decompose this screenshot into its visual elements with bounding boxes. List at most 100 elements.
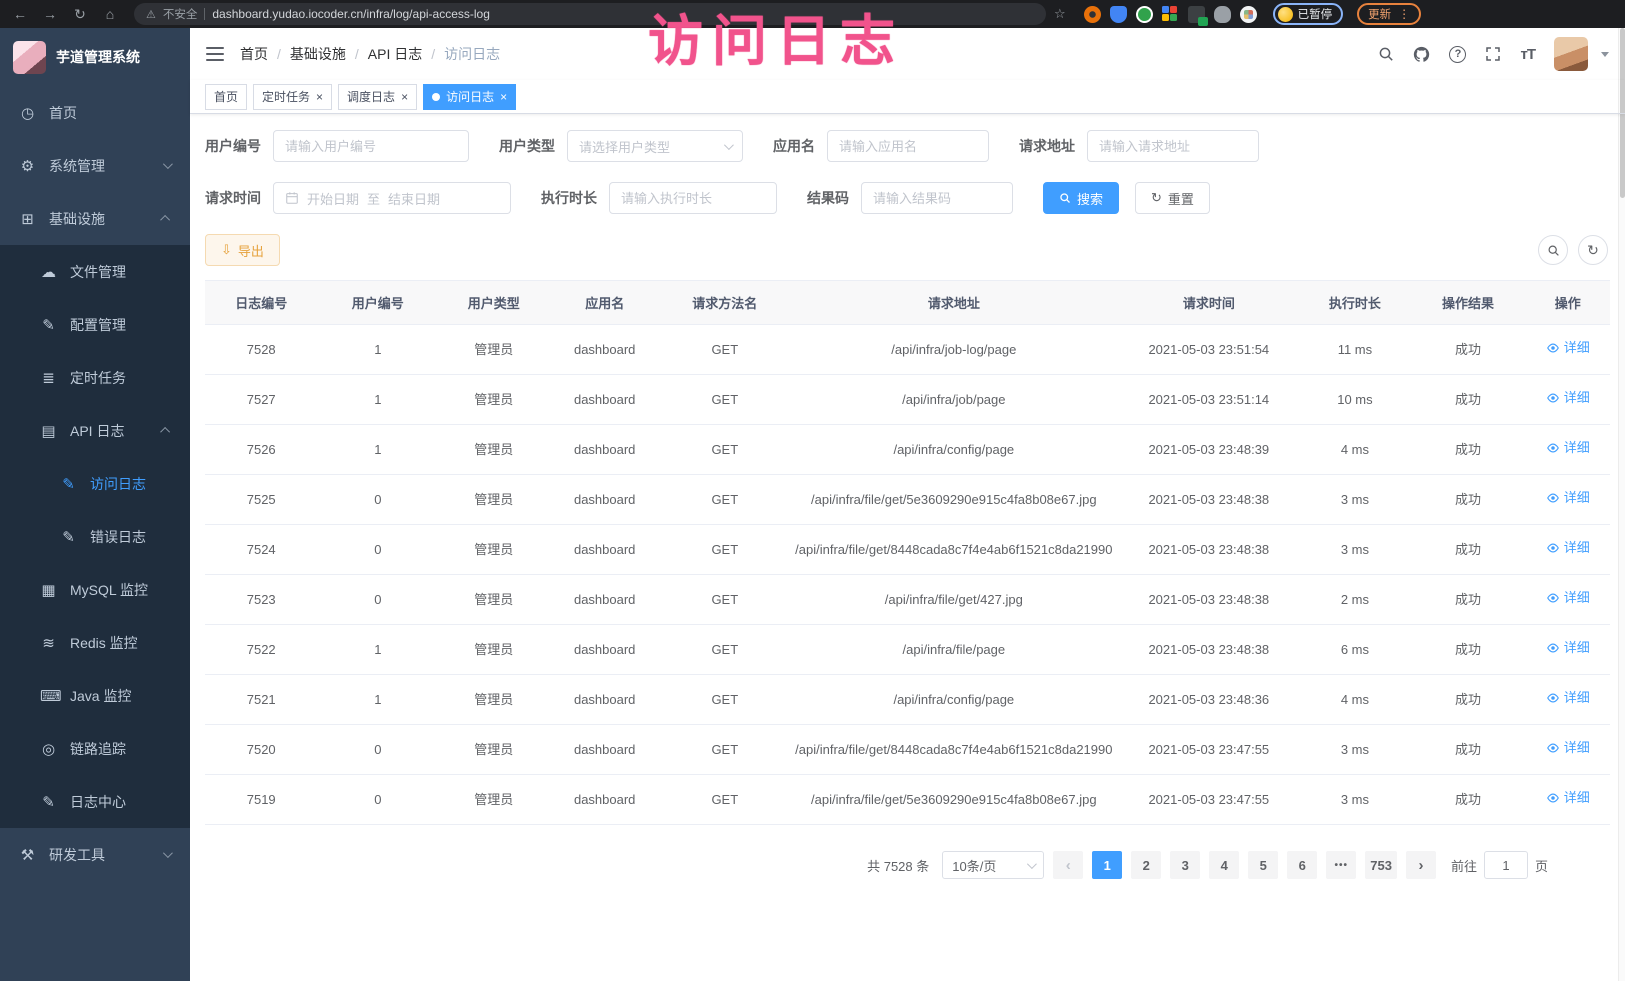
sidebar-item-log-center[interactable]: ✎ 日志中心 xyxy=(0,775,190,828)
reset-button[interactable]: ↻ 重置 xyxy=(1135,182,1210,214)
page-button-4[interactable]: 4 xyxy=(1209,851,1239,879)
extension-gray-icon[interactable] xyxy=(1214,6,1231,23)
cell-app-name: dashboard xyxy=(549,627,660,673)
sidebar-item-error-log[interactable]: ✎ 错误日志 xyxy=(0,510,190,563)
tab-home[interactable]: 首页 xyxy=(205,84,247,110)
breadcrumb-current: 访问日志 xyxy=(444,44,500,64)
cell-url: /api/infra/config/page xyxy=(789,427,1118,473)
search-button[interactable]: 搜索 xyxy=(1043,182,1119,214)
detail-link[interactable]: 详细 xyxy=(1546,488,1590,508)
sidebar-item-home[interactable]: ◷ 首页 xyxy=(0,86,190,139)
github-icon[interactable] xyxy=(1413,46,1430,63)
breadcrumb-api-log[interactable]: API 日志 xyxy=(368,44,422,64)
sidebar-item-system[interactable]: ⚙ 系统管理 xyxy=(0,139,190,192)
duration-input[interactable] xyxy=(609,182,777,214)
refresh-table-button[interactable]: ↻ xyxy=(1578,235,1608,265)
request-url-input[interactable] xyxy=(1087,130,1259,162)
breadcrumb-home[interactable]: 首页 xyxy=(240,44,268,64)
sidebar-item-api-log[interactable]: ▤ API 日志 xyxy=(0,404,190,457)
page-ellipsis[interactable]: ••• xyxy=(1326,851,1356,879)
result-code-label: 结果码 xyxy=(807,188,849,208)
page-button-5[interactable]: 5 xyxy=(1248,851,1278,879)
close-icon[interactable]: × xyxy=(316,91,323,103)
detail-link[interactable]: 详细 xyxy=(1546,788,1590,808)
cell-url: /api/infra/job-log/page xyxy=(789,327,1118,373)
close-icon[interactable]: × xyxy=(401,91,408,103)
browser-back-icon[interactable]: ← xyxy=(8,2,32,26)
sidebar-item-mysql[interactable]: ▦ MySQL 监控 xyxy=(0,563,190,616)
detail-link[interactable]: 详细 xyxy=(1546,738,1590,758)
app-logo: 芋道管理系统 xyxy=(0,28,190,86)
fullscreen-icon[interactable] xyxy=(1485,46,1501,62)
hamburger-icon[interactable] xyxy=(206,47,224,61)
font-size-icon[interactable]: ᴛT xyxy=(1520,46,1535,63)
user-id-input[interactable] xyxy=(273,130,469,162)
cell-user-id: 1 xyxy=(317,327,438,373)
result-code-input[interactable] xyxy=(861,182,1013,214)
help-icon[interactable]: ? xyxy=(1449,46,1466,63)
tab-job[interactable]: 定时任务 × xyxy=(253,84,332,110)
detail-link[interactable]: 详细 xyxy=(1546,388,1590,408)
detail-link[interactable]: 详细 xyxy=(1546,538,1590,558)
extension-donut-icon[interactable] xyxy=(1084,6,1101,23)
cell-method: GET xyxy=(660,477,789,523)
prev-page-button[interactable]: ‹ xyxy=(1053,851,1083,879)
detail-link[interactable]: 详细 xyxy=(1546,438,1590,458)
page-button-3[interactable]: 3 xyxy=(1170,851,1200,879)
page-size-select[interactable]: 10条/页 xyxy=(942,851,1044,879)
sidebar-item-job[interactable]: ≣ 定时任务 xyxy=(0,351,190,404)
tab-access-log[interactable]: 访问日志 × xyxy=(423,84,516,110)
detail-link[interactable]: 详细 xyxy=(1546,638,1590,658)
extension-translate-icon[interactable] xyxy=(1188,6,1205,23)
tab-job-log[interactable]: 调度日志 × xyxy=(338,84,417,110)
goto-page-input[interactable] xyxy=(1484,851,1528,879)
browser-menu-icon[interactable]: ⋮ xyxy=(1398,7,1410,21)
cell-duration: 4 ms xyxy=(1299,677,1410,723)
page-button-753[interactable]: 753 xyxy=(1365,851,1397,879)
toggle-search-button[interactable] xyxy=(1538,235,1568,265)
extension-green-icon[interactable] xyxy=(1136,6,1153,23)
request-time-range-picker[interactable]: 开始日期 至 结束日期 xyxy=(273,182,511,214)
profile-avatar-icon xyxy=(1278,7,1293,22)
browser-update-button[interactable]: 更新 ⋮ xyxy=(1357,3,1421,25)
sidebar-item-devtools[interactable]: ⚒ 研发工具 xyxy=(0,828,190,881)
avatar-caret-icon[interactable] xyxy=(1601,52,1609,57)
close-icon[interactable]: × xyxy=(500,91,507,103)
breadcrumb-infra[interactable]: 基础设施 xyxy=(290,44,346,64)
sidebar-item-access-log[interactable]: ✎ 访问日志 xyxy=(0,457,190,510)
page-button-2[interactable]: 2 xyxy=(1131,851,1161,879)
infra-submenu: ☁ 文件管理 ✎ 配置管理 ≣ 定时任务 ▤ API 日志 ✎ 访问日志 ✎ xyxy=(0,245,190,828)
table-row: 7528 1 管理员 dashboard GET /api/infra/job-… xyxy=(205,325,1610,375)
export-button[interactable]: ⇩ 导出 xyxy=(205,234,280,266)
page-button-1[interactable]: 1 xyxy=(1092,851,1122,879)
sidebar-item-file[interactable]: ☁ 文件管理 xyxy=(0,245,190,298)
page-button-6[interactable]: 6 xyxy=(1287,851,1317,879)
browser-forward-icon[interactable]: → xyxy=(38,2,62,26)
sidebar-item-infra[interactable]: ⊞ 基础设施 xyxy=(0,192,190,245)
browser-profile-button[interactable]: 已暂停 xyxy=(1273,3,1344,25)
sidebar-item-redis[interactable]: ≋ Redis 监控 xyxy=(0,616,190,669)
detail-link[interactable]: 详细 xyxy=(1546,688,1590,708)
cell-method: GET xyxy=(660,727,789,773)
eye-icon xyxy=(1546,341,1560,355)
address-bar[interactable]: ⚠ 不安全 dashboard.yudao.iocoder.cn/infra/l… xyxy=(134,3,1046,25)
sidebar-item-java[interactable]: ⌨ Java 监控 xyxy=(0,669,190,722)
table-row: 7519 0 管理员 dashboard GET /api/infra/file… xyxy=(205,775,1610,825)
user-type-select[interactable]: 请选择用户类型 xyxy=(567,130,743,162)
sidebar-item-trace[interactable]: ◎ 链路追踪 xyxy=(0,722,190,775)
detail-link[interactable]: 详细 xyxy=(1546,338,1590,358)
cell-url: /api/infra/file/get/5e3609290e915c4fa8b0… xyxy=(789,477,1118,523)
bookmark-star-icon[interactable]: ☆ xyxy=(1054,6,1066,22)
page-scrollbar[interactable] xyxy=(1618,28,1625,981)
extension-shield-icon[interactable] xyxy=(1110,6,1127,23)
browser-reload-icon[interactable]: ↻ xyxy=(68,2,92,26)
extension-pinwheel-icon[interactable] xyxy=(1240,6,1257,23)
header-search-icon[interactable] xyxy=(1378,46,1394,62)
app-name-input[interactable] xyxy=(827,130,989,162)
detail-link[interactable]: 详细 xyxy=(1546,588,1590,608)
browser-home-icon[interactable]: ⌂ xyxy=(98,2,122,26)
next-page-button[interactable]: › xyxy=(1406,851,1436,879)
extension-grid-icon[interactable] xyxy=(1162,6,1179,23)
sidebar-item-config[interactable]: ✎ 配置管理 xyxy=(0,298,190,351)
user-avatar[interactable] xyxy=(1554,37,1588,71)
